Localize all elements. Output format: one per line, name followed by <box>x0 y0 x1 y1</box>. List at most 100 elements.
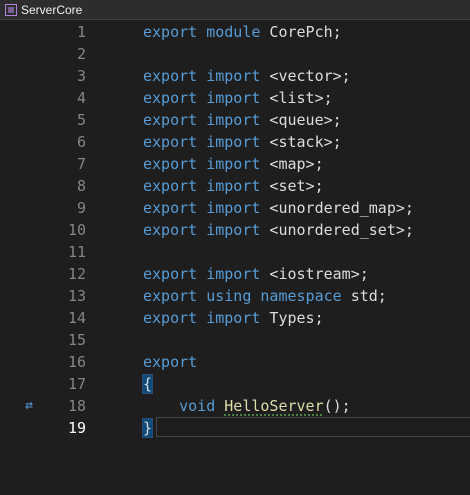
code-token: namespace <box>260 287 342 305</box>
code-editor[interactable]: 1 export module CorePch; 2 3 export import <… <box>0 21 470 495</box>
line-number: 17 <box>67 375 86 393</box>
code-line[interactable]: 19} <box>0 417 470 439</box>
code-token: export <box>143 221 198 239</box>
line-number: 4 <box>76 89 86 107</box>
code-token: import <box>206 199 261 217</box>
line-number: 5 <box>76 111 86 129</box>
code-token: export <box>143 265 198 283</box>
code-token: <vector>; <box>260 67 351 85</box>
code-token: <queue>; <box>260 111 342 129</box>
line-number: 3 <box>76 67 86 85</box>
line-number: 7 <box>76 155 86 173</box>
line-number: 8 <box>76 177 86 195</box>
code-text: } <box>141 417 154 439</box>
line-number: 2 <box>76 45 86 63</box>
code-text: export import <set>; <box>143 175 324 197</box>
code-token: import <box>206 309 261 327</box>
code-token: import <box>206 111 261 129</box>
code-token: export <box>143 177 198 195</box>
code-token: Types; <box>260 309 324 327</box>
line-number: 18 <box>67 397 86 415</box>
code-line[interactable]: 2 <box>0 43 470 65</box>
navigate-definition-icon[interactable]: ⇄ <box>22 395 36 417</box>
code-token: HelloServer <box>224 397 324 415</box>
code-token: import <box>206 89 261 107</box>
line-number: 1 <box>76 23 86 41</box>
code-token: module <box>206 23 261 41</box>
module-file-icon <box>5 3 17 16</box>
code-token: import <box>206 221 261 239</box>
document-tab[interactable]: ServerCore <box>0 0 470 20</box>
line-number: 9 <box>76 199 86 217</box>
code-line[interactable]: 5 export import <queue>; <box>0 109 470 131</box>
line-number: 6 <box>76 133 86 151</box>
code-line[interactable]: 3 export import <vector>; <box>0 65 470 87</box>
code-token: export <box>143 133 198 151</box>
code-line[interactable]: ⇄ 18 void HelloServer(); <box>0 395 470 417</box>
code-line[interactable]: 9 export import <unordered_map>; <box>0 197 470 219</box>
code-token: <unordered_map>; <box>260 199 414 217</box>
code-token: export <box>143 23 198 41</box>
code-line[interactable]: 10 export import <unordered_set>; <box>0 219 470 241</box>
document-title: ServerCore <box>21 2 83 17</box>
code-line[interactable]: 15 <box>0 329 470 351</box>
code-token: void <box>179 397 216 415</box>
code-line[interactable]: 14 export import Types; <box>0 307 470 329</box>
code-line[interactable]: 8 export import <set>; <box>0 175 470 197</box>
code-text: export import <unordered_set>; <box>143 219 414 241</box>
code-line[interactable]: 13 export using namespace std; <box>0 285 470 307</box>
code-line[interactable]: 16 export <box>0 351 470 373</box>
code-token: import <box>206 133 261 151</box>
code-token: import <box>206 177 261 195</box>
code-token: using <box>206 287 252 305</box>
code-line[interactable]: 1 export module CorePch; <box>0 21 470 43</box>
code-line[interactable]: 4 export import <list>; <box>0 87 470 109</box>
code-text: void HelloServer(); <box>143 395 351 417</box>
code-token: export <box>143 287 198 305</box>
code-text: export import <stack>; <box>143 131 342 153</box>
line-number: 10 <box>67 221 86 239</box>
line-number: 19 <box>67 419 86 437</box>
code-text: export import <list>; <box>143 87 333 109</box>
code-line[interactable]: 17 { <box>0 373 470 395</box>
code-token: CorePch; <box>260 23 342 41</box>
code-token: <stack>; <box>260 133 342 151</box>
code-token: import <box>206 67 261 85</box>
code-text: export import <vector>; <box>143 65 351 87</box>
code-token: export <box>143 67 198 85</box>
code-token: (); <box>323 397 351 415</box>
code-text: export import <unordered_map>; <box>143 197 414 219</box>
code-text: export import <queue>; <box>143 109 342 131</box>
code-token: import <box>206 155 261 173</box>
code-line[interactable]: 6 export import <stack>; <box>0 131 470 153</box>
code-token: import <box>206 265 261 283</box>
code-text: export <box>143 351 197 373</box>
code-text: { <box>141 373 154 395</box>
line-number: 16 <box>67 353 86 371</box>
line-number: 15 <box>67 331 86 349</box>
line-number: 11 <box>67 243 86 261</box>
code-text: export using namespace std; <box>143 285 387 307</box>
code-line[interactable]: 11 <box>0 241 470 263</box>
code-text: export module CorePch; <box>143 21 342 43</box>
code-token: export <box>143 309 198 327</box>
code-line[interactable]: 7 export import <map>; <box>0 153 470 175</box>
code-text: export import Types; <box>143 307 324 329</box>
code-token: export <box>143 353 198 371</box>
code-token: <iostream>; <box>260 265 369 283</box>
code-token: <map>; <box>260 155 324 173</box>
code-token: export <box>143 111 198 129</box>
line-number: 13 <box>67 287 86 305</box>
code-line[interactable]: 12 export import <iostream>; <box>0 263 470 285</box>
